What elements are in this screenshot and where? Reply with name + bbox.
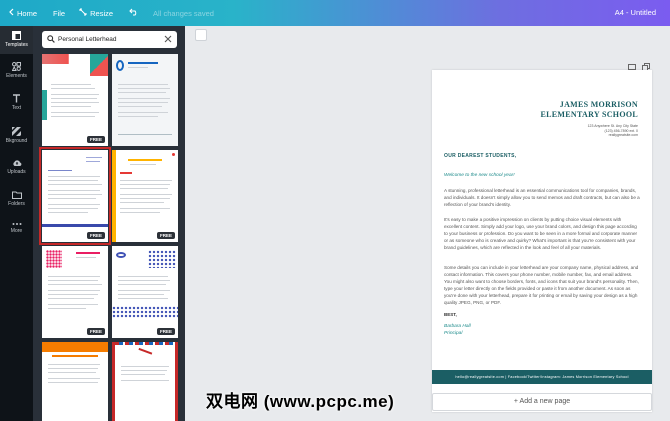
uploads-icon [12,160,21,166]
template-thumbnail[interactable]: FREE [112,246,178,338]
home-label: Home [17,8,38,18]
rail-label: Uploads [7,169,26,175]
background-icon [12,127,21,136]
resize-icon [79,8,87,18]
top-bar: Home File Resize All changes saved A4 - … [0,0,670,26]
rail-label: Elements [6,73,27,79]
resize-button[interactable]: Resize [79,8,113,18]
free-badge: FREE [156,232,175,239]
template-thumbnail[interactable]: FREE [42,246,108,338]
templates-panel: Personal Letterhead FREE FREE FREE FREE … [33,26,185,421]
background-color-swatch[interactable] [195,29,207,41]
elements-icon [12,62,21,71]
body-paragraph-1: A stunning, professional letterhead is a… [444,188,640,207]
left-rail: Templates Elements Text Bkground Uploads… [0,26,33,421]
folders-icon [11,191,22,199]
school-name-line2: ELEMENTARY SCHOOL [540,110,638,119]
rail-item-templates[interactable]: Templates [0,26,33,54]
rail-item-more[interactable]: More [0,222,33,234]
search-input[interactable]: Personal Letterhead [58,36,117,43]
rail-label: Folders [8,201,25,207]
undo-icon [129,8,139,18]
free-badge: FREE [86,232,105,239]
template-thumbnail[interactable] [112,54,178,146]
home-button[interactable]: Home [8,8,37,18]
greeting: OUR DEAREST STUDENTS, [444,153,517,159]
undo-button[interactable] [129,8,139,18]
more-icon [12,223,21,225]
contact-block: 123 Anywhere St. Any City State (123) 45… [588,124,638,138]
search-icon [47,34,55,45]
rail-label: Templates [5,42,28,48]
free-badge: FREE [86,328,105,335]
free-badge: FREE [86,136,105,143]
website-text: reallygreatsite.com [608,133,638,138]
text-icon [13,94,20,103]
rail-label: Text [11,105,22,111]
letterhead-school-name: JAMES MORRISON ELEMENTARY SCHOOL [541,100,639,120]
template-thumbnail[interactable] [42,342,108,421]
document-title[interactable]: A4 - Untitled [615,8,656,17]
editor-canvas: JAMES MORRISON ELEMENTARY SCHOOL 123 Any… [185,26,670,421]
chevron-left-icon [8,8,14,18]
body-paragraph-3: Some details you can include in your let… [444,265,639,305]
rail-label: More [10,228,23,234]
template-thumbnail[interactable]: FREE [112,150,178,242]
welcome-line: Welcome to the new school year! [444,173,515,178]
save-status: All changes saved [153,8,214,18]
template-thumbnail[interactable]: FREE [42,54,108,146]
template-thumbnail-selected[interactable]: FREE [39,147,111,245]
school-name-line1: JAMES MORRISON [559,100,638,109]
watermark-text: 双电网 (www.pcpc.me) [206,392,395,411]
templates-icon [12,31,21,40]
signer-name: Barbara Hall [444,324,471,329]
body-paragraph-2: It's easy to make a positive impression … [444,217,638,250]
add-page-button[interactable]: + Add a new page [432,393,652,411]
rail-item-elements[interactable]: Elements [0,62,33,79]
rail-item-background[interactable]: Bkground [0,127,33,144]
search-bar[interactable]: Personal Letterhead [42,31,177,48]
rail-item-uploads[interactable]: Uploads [0,159,33,175]
letterhead-page[interactable]: JAMES MORRISON ELEMENTARY SCHOOL 123 Any… [432,70,652,412]
template-thumbnail[interactable] [112,342,178,421]
resize-label: Resize [90,8,114,18]
file-menu[interactable]: File [53,9,65,18]
rail-label: Bkground [5,138,28,144]
signer-title: Principal [444,331,463,336]
file-label: File [53,8,66,18]
rail-item-folders[interactable]: Folders [0,191,33,207]
address-text: 123 Anywhere St. Any City State [587,124,638,128]
closing: BEST, [444,312,457,317]
rail-item-text[interactable]: Text [0,94,33,111]
letterhead-footer: hello@reallygreatsite.com | Facebook/Twi… [432,370,652,384]
clear-search-icon[interactable] [164,35,172,45]
free-badge: FREE [156,328,175,335]
